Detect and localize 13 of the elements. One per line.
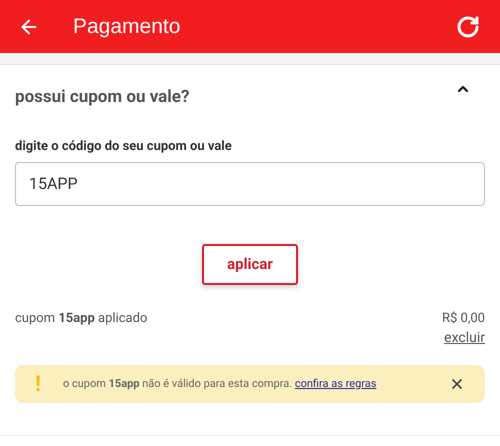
applied-coupon-text: cupom 15app aplicado — [15, 310, 148, 328]
coupon-input-field[interactable]: 15APP — [15, 162, 485, 206]
apply-button[interactable]: aplicar — [202, 244, 298, 284]
page-title: Pagamento — [73, 14, 180, 40]
alert-message: o cupom 15app não é válido para esta compra. confira as regras — [62, 376, 376, 392]
warning-icon: ! — [35, 368, 41, 400]
remove-link[interactable]: excluir — [444, 328, 485, 349]
section-title: possui cupom ou vale? — [15, 86, 190, 110]
discount-amount: R$ 0,00 — [442, 310, 485, 328]
close-icon[interactable] — [449, 376, 465, 392]
refresh-icon[interactable] — [456, 14, 480, 38]
rules-link[interactable]: confira as regras — [294, 376, 376, 390]
field-label: digite o código do seu cupom ou vale — [15, 138, 233, 156]
